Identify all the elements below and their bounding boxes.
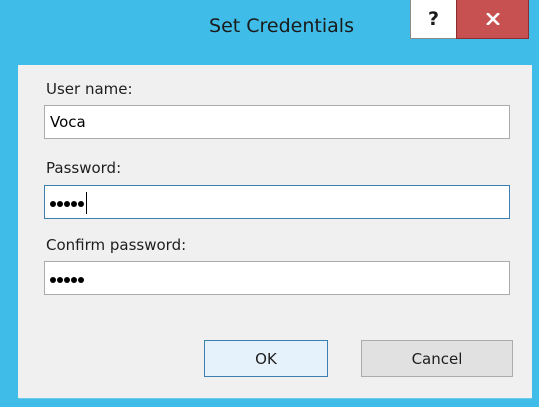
confirm-password-mask <box>50 264 84 294</box>
mask-dot <box>78 277 84 283</box>
password-field[interactable] <box>44 185 510 219</box>
set-credentials-dialog: Set Credentials ? User name: Voca Passwo… <box>0 0 539 407</box>
mask-dot <box>57 201 63 207</box>
mask-dot <box>64 277 70 283</box>
title-bar[interactable]: Set Credentials ? <box>0 0 539 64</box>
dialog-body: User name: Voca Password: Confirm passwo… <box>18 65 532 398</box>
close-icon <box>485 13 500 25</box>
username-value: Voca <box>50 113 86 131</box>
mask-dot <box>50 277 56 283</box>
ok-button[interactable]: OK <box>204 340 328 377</box>
mask-dot <box>50 201 56 207</box>
password-mask <box>50 188 84 218</box>
confirm-password-field[interactable] <box>44 261 510 295</box>
mask-dot <box>71 201 77 207</box>
mask-dot <box>71 277 77 283</box>
text-caret <box>86 191 87 214</box>
confirm-password-label: Confirm password: <box>46 236 187 254</box>
mask-dot <box>64 201 70 207</box>
username-field[interactable]: Voca <box>44 105 510 139</box>
cancel-button[interactable]: Cancel <box>361 340 513 377</box>
mask-dot <box>57 277 63 283</box>
help-button[interactable]: ? <box>410 0 457 39</box>
close-button[interactable] <box>456 0 529 39</box>
window-bottom-edge <box>18 398 532 399</box>
password-label: Password: <box>46 159 122 177</box>
mask-dot <box>78 201 84 207</box>
username-label: User name: <box>46 80 133 98</box>
